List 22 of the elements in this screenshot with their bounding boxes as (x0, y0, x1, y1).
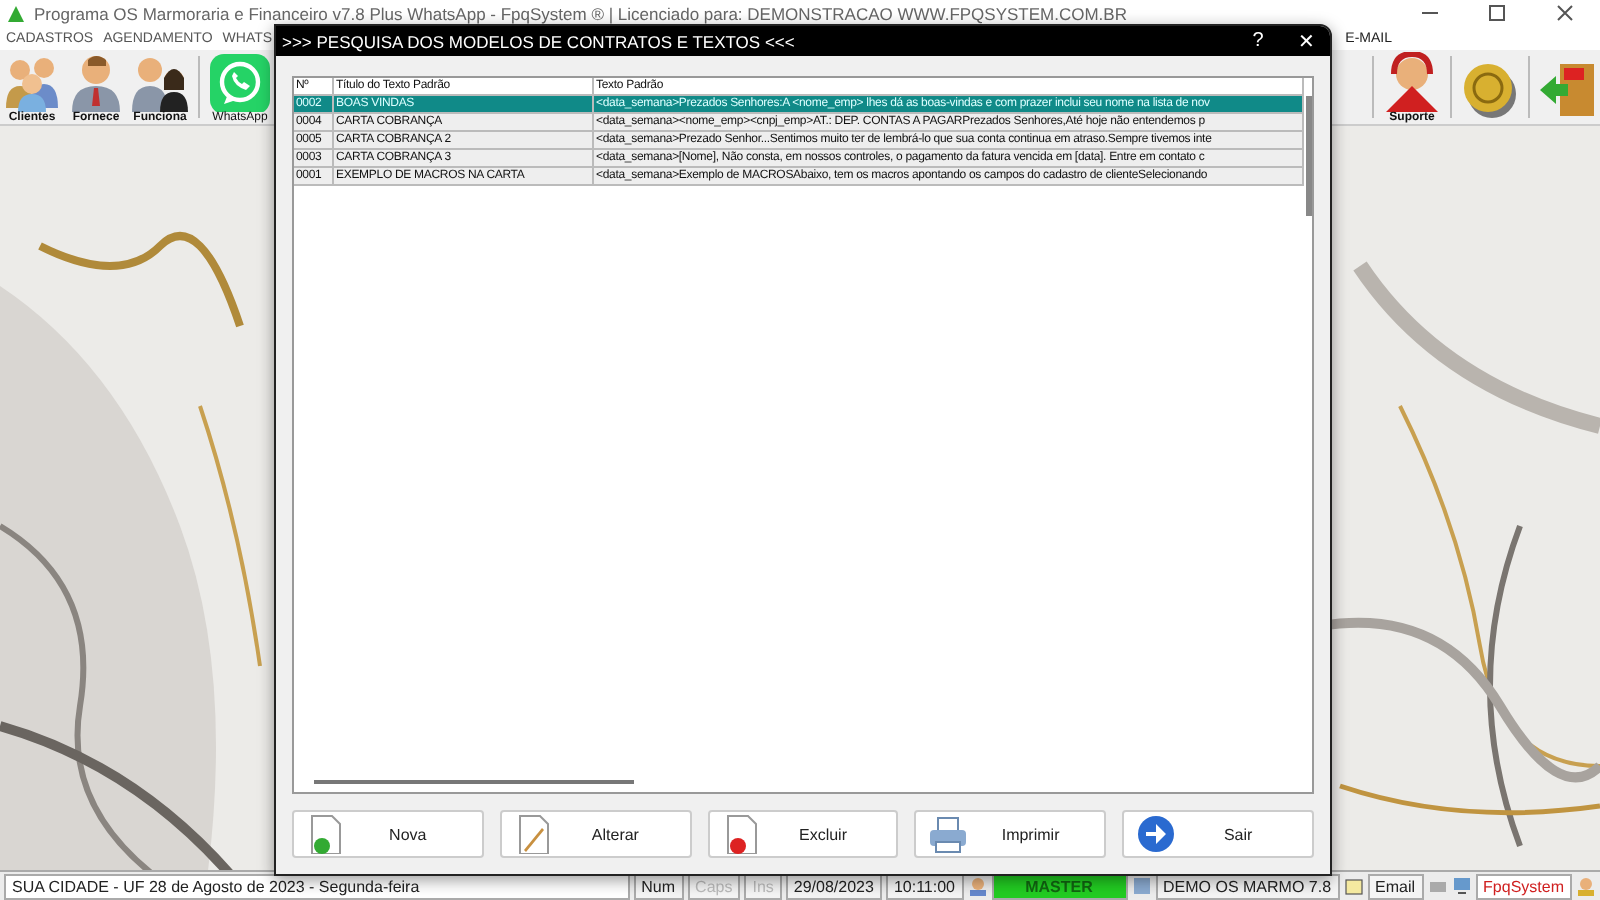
close-button[interactable]: ✕ (1282, 29, 1330, 53)
monitor-icon (1451, 876, 1472, 896)
action-button[interactable]: Sair (1122, 810, 1314, 858)
dialog-title: >>> PESQUISA DOS MODELOS DE CONTRATOS E TEXTOS <<< (282, 31, 795, 51)
action-button[interactable]: Alterar (499, 810, 692, 858)
window-title: Programa OS Marmoraria e Financeiro v7.8 Plus WhatsApp - FpqSystem ® | Licenciado para: DEMONSTRACAO WWW.FPQSYSTEM.COM.BR (34, 3, 1127, 23)
arrow-right-icon (1136, 814, 1177, 854)
email-text: Email (1367, 873, 1424, 899)
help-button[interactable]: ? (1234, 30, 1282, 52)
action-button[interactable]: Imprimir (914, 810, 1107, 858)
users-icon (1576, 876, 1596, 896)
action-button[interactable]: Excluir (707, 810, 899, 858)
pencil-document-icon (513, 814, 554, 854)
user-icon (967, 876, 987, 896)
scrollbar[interactable] (314, 780, 634, 784)
action-button[interactable]: Nova (292, 810, 484, 858)
scrollbar[interactable] (1306, 96, 1312, 216)
location-date-text: SUA CIDADE - UF 28 de Agosto de 2023 - Segunda-feira (4, 873, 630, 899)
brand-text: FpqSystem (1475, 873, 1572, 899)
whatsapp-icon (208, 51, 272, 111)
new-document-icon (306, 814, 346, 854)
delete-document-icon (721, 814, 762, 854)
